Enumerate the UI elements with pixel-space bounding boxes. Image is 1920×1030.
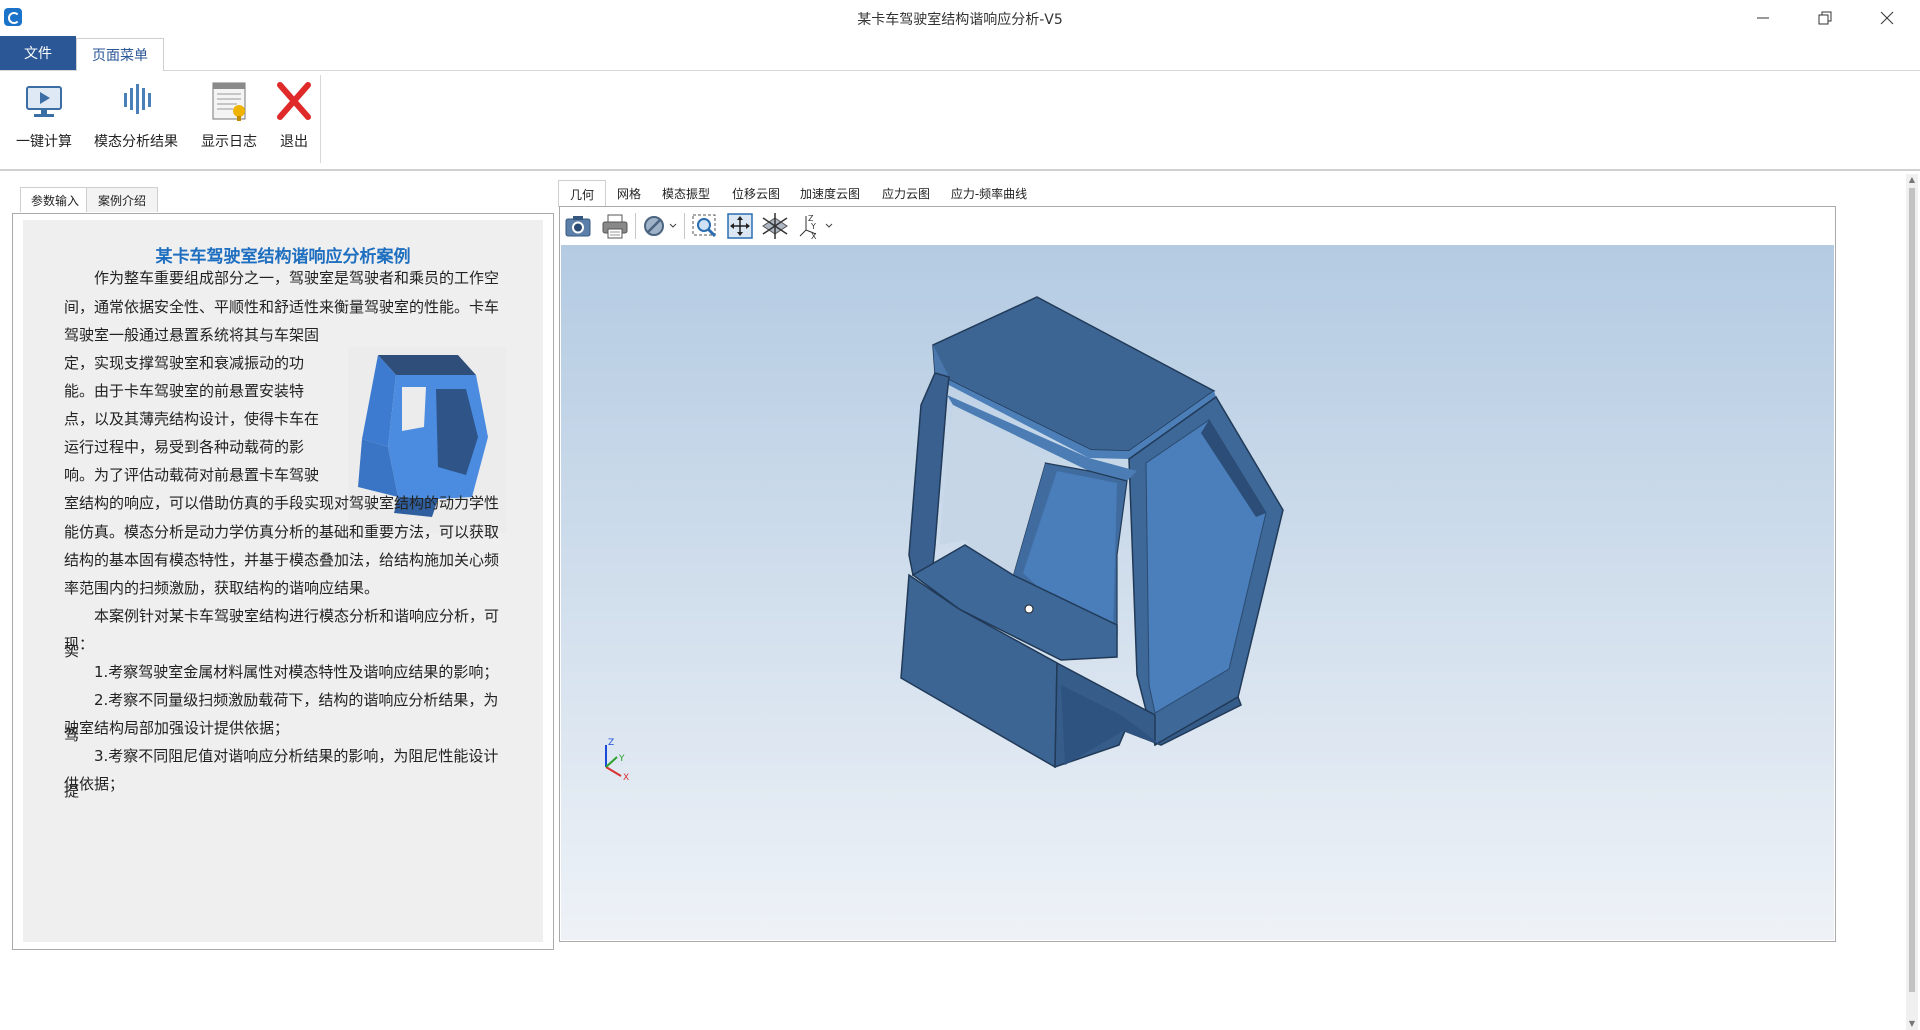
show-log-button[interactable]: 显示日志: [201, 79, 257, 161]
print-icon[interactable]: [600, 212, 630, 240]
monitor-play-icon: [22, 79, 66, 123]
view-plane-icon[interactable]: [760, 212, 790, 240]
ribbon: 一键计算 模态分析结果 显示日志 退出: [0, 71, 1920, 171]
log-document-icon: [207, 79, 251, 123]
viewer-toolbar: ZYX: [560, 207, 1835, 245]
axis-orient-icon[interactable]: ZYX: [796, 212, 836, 241]
triad-z-label: Z: [608, 738, 614, 748]
tab-stress-frequency-curve[interactable]: 应力-频率曲线: [944, 180, 1034, 206]
ribbon-label: 一键计算: [16, 134, 72, 150]
tab-displacement-contour[interactable]: 位移云图: [724, 180, 788, 206]
toolbar-divider: [635, 213, 636, 239]
vertical-scrollbar[interactable]: ▲ ▼: [1906, 174, 1918, 1030]
tab-parameter-input[interactable]: 参数输入: [20, 187, 90, 212]
close-button[interactable]: [1856, 0, 1918, 36]
3d-viewport[interactable]: Z Y X: [561, 245, 1834, 940]
triad-x-label: X: [623, 773, 629, 783]
exit-button[interactable]: 退出: [272, 79, 316, 161]
svg-text:Y: Y: [810, 222, 816, 231]
tab-stress-contour[interactable]: 应力云图: [874, 180, 938, 206]
camera-icon[interactable]: [563, 212, 593, 240]
bars-chart-icon: [114, 79, 158, 123]
ribbon-label: 退出: [280, 134, 308, 150]
tab-mode-shape[interactable]: 模态振型: [654, 180, 718, 206]
triad-y-label: Y: [618, 754, 625, 764]
viewer-panel: ZYX Z Y X: [559, 206, 1836, 942]
close-icon: [1880, 11, 1894, 25]
scroll-thumb[interactable]: [1909, 188, 1915, 992]
minimize-button[interactable]: [1732, 0, 1794, 36]
one-click-compute-button[interactable]: 一键计算: [16, 79, 72, 161]
title-bar: 某卡车驾驶室结构谐响应分析-V5: [0, 0, 1920, 36]
modal-results-button[interactable]: 模态分析结果: [94, 79, 178, 161]
zoom-region-icon[interactable]: [690, 212, 720, 240]
menu-bar: 文件 页面菜单: [0, 36, 1920, 71]
cab-model: Z Y X: [605, 296, 1284, 783]
minimize-icon: [1757, 17, 1769, 19]
case-document: 某卡车驾驶室结构谐响应分析案例 作为整车重要组成部分之一，驾驶室是驾驶者和乘员的…: [23, 220, 543, 942]
tab-mesh[interactable]: 网格: [608, 180, 650, 206]
ribbon-label: 模态分析结果: [94, 134, 178, 150]
red-x-icon: [272, 79, 316, 123]
tab-geometry[interactable]: 几何: [558, 180, 606, 207]
scroll-up-icon[interactable]: ▲: [1906, 174, 1918, 186]
tab-case-intro[interactable]: 案例介绍: [86, 187, 158, 212]
window-title: 某卡车驾驶室结构谐响应分析-V5: [857, 12, 1063, 28]
scroll-down-icon[interactable]: ▼: [1906, 1018, 1918, 1030]
no-display-icon[interactable]: [640, 212, 680, 240]
case-line: 供依据；: [64, 775, 125, 793]
toolbar-divider: [684, 213, 685, 239]
tab-acceleration-contour[interactable]: 加速度云图: [792, 180, 868, 206]
fit-all-icon[interactable]: [725, 212, 755, 240]
svg-text:X: X: [811, 232, 817, 240]
ribbon-divider: [320, 75, 321, 163]
restore-icon: [1818, 11, 1832, 25]
menu-file[interactable]: 文件: [0, 36, 76, 70]
restore-button[interactable]: [1794, 0, 1856, 36]
case-intro-panel: 某卡车驾驶室结构谐响应分析案例 作为整车重要组成部分之一，驾驶室是驾驶者和乘员的…: [12, 213, 554, 950]
ribbon-label: 显示日志: [201, 134, 257, 150]
menu-page[interactable]: 页面菜单: [76, 38, 164, 71]
